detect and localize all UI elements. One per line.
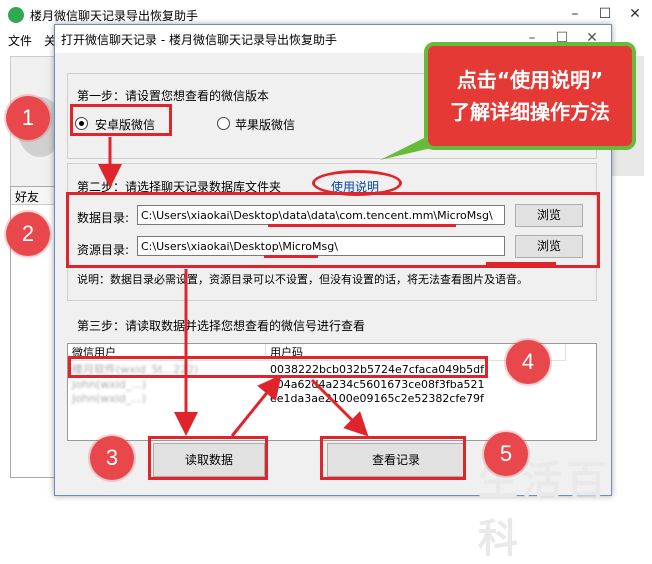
step-badge-5: 5 bbox=[484, 432, 528, 476]
arrow-row-to-view bbox=[310, 378, 369, 437]
help-callout: 点击“使用说明” 了解详细操作方法 bbox=[424, 42, 636, 150]
arrow-read-to-row bbox=[230, 374, 282, 437]
callout-line2: 了解详细操作方法 bbox=[450, 100, 610, 124]
step-badge-2: 2 bbox=[6, 212, 50, 256]
step-badge-4: 4 bbox=[506, 340, 550, 384]
callout-line1: 点击“使用说明” bbox=[456, 68, 604, 92]
step-badge-1: 1 bbox=[6, 96, 50, 140]
step-badge-3: 3 bbox=[90, 436, 134, 480]
